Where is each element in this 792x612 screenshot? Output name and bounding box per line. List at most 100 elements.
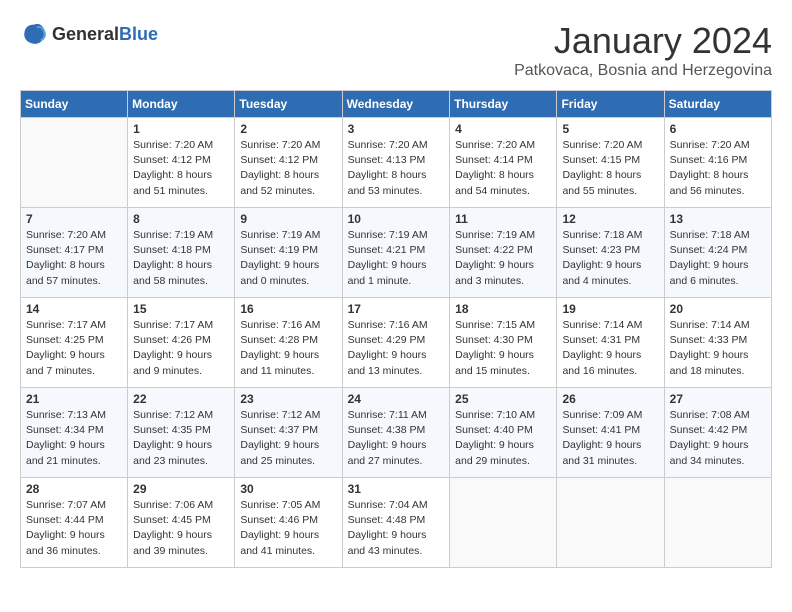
day-number: 19 xyxy=(562,302,658,316)
day-info: Sunrise: 7:15 AMSunset: 4:30 PMDaylight:… xyxy=(455,318,551,379)
header-tuesday: Tuesday xyxy=(235,91,342,118)
table-row: 10 Sunrise: 7:19 AMSunset: 4:21 PMDaylig… xyxy=(342,208,450,298)
day-info: Sunrise: 7:16 AMSunset: 4:29 PMDaylight:… xyxy=(348,318,445,379)
day-number: 17 xyxy=(348,302,445,316)
logo-text: GeneralBlue xyxy=(52,24,158,45)
day-info: Sunrise: 7:10 AMSunset: 4:40 PMDaylight:… xyxy=(455,408,551,469)
day-info: Sunrise: 7:07 AMSunset: 4:44 PMDaylight:… xyxy=(26,498,122,559)
table-row: 14 Sunrise: 7:17 AMSunset: 4:25 PMDaylig… xyxy=(21,298,128,388)
table-row: 19 Sunrise: 7:14 AMSunset: 4:31 PMDaylig… xyxy=(557,298,664,388)
table-row: 27 Sunrise: 7:08 AMSunset: 4:42 PMDaylig… xyxy=(664,388,771,478)
day-number: 31 xyxy=(348,482,445,496)
title-month: January 2024 xyxy=(514,20,772,62)
title-location: Patkovaca, Bosnia and Herzegovina xyxy=(514,62,772,80)
header-wednesday: Wednesday xyxy=(342,91,450,118)
table-row: 15 Sunrise: 7:17 AMSunset: 4:26 PMDaylig… xyxy=(128,298,235,388)
day-number: 4 xyxy=(455,122,551,136)
day-info: Sunrise: 7:17 AMSunset: 4:26 PMDaylight:… xyxy=(133,318,229,379)
table-row: 9 Sunrise: 7:19 AMSunset: 4:19 PMDayligh… xyxy=(235,208,342,298)
table-row xyxy=(664,478,771,568)
table-row: 5 Sunrise: 7:20 AMSunset: 4:15 PMDayligh… xyxy=(557,118,664,208)
day-info: Sunrise: 7:20 AMSunset: 4:14 PMDaylight:… xyxy=(455,138,551,199)
day-number: 14 xyxy=(26,302,122,316)
header-thursday: Thursday xyxy=(450,91,557,118)
day-info: Sunrise: 7:20 AMSunset: 4:12 PMDaylight:… xyxy=(133,138,229,199)
day-info: Sunrise: 7:20 AMSunset: 4:12 PMDaylight:… xyxy=(240,138,336,199)
table-row: 20 Sunrise: 7:14 AMSunset: 4:33 PMDaylig… xyxy=(664,298,771,388)
calendar-week-row: 28 Sunrise: 7:07 AMSunset: 4:44 PMDaylig… xyxy=(21,478,772,568)
table-row: 13 Sunrise: 7:18 AMSunset: 4:24 PMDaylig… xyxy=(664,208,771,298)
table-row: 1 Sunrise: 7:20 AMSunset: 4:12 PMDayligh… xyxy=(128,118,235,208)
table-row xyxy=(557,478,664,568)
table-row: 23 Sunrise: 7:12 AMSunset: 4:37 PMDaylig… xyxy=(235,388,342,478)
calendar-week-row: 14 Sunrise: 7:17 AMSunset: 4:25 PMDaylig… xyxy=(21,298,772,388)
calendar-week-row: 7 Sunrise: 7:20 AMSunset: 4:17 PMDayligh… xyxy=(21,208,772,298)
day-info: Sunrise: 7:14 AMSunset: 4:31 PMDaylight:… xyxy=(562,318,658,379)
day-number: 30 xyxy=(240,482,336,496)
table-row xyxy=(21,118,128,208)
logo-icon xyxy=(20,20,48,48)
day-info: Sunrise: 7:18 AMSunset: 4:24 PMDaylight:… xyxy=(670,228,766,289)
day-number: 21 xyxy=(26,392,122,406)
table-row: 30 Sunrise: 7:05 AMSunset: 4:46 PMDaylig… xyxy=(235,478,342,568)
table-row: 18 Sunrise: 7:15 AMSunset: 4:30 PMDaylig… xyxy=(450,298,557,388)
header-sunday: Sunday xyxy=(21,91,128,118)
day-info: Sunrise: 7:12 AMSunset: 4:35 PMDaylight:… xyxy=(133,408,229,469)
day-info: Sunrise: 7:16 AMSunset: 4:28 PMDaylight:… xyxy=(240,318,336,379)
day-info: Sunrise: 7:17 AMSunset: 4:25 PMDaylight:… xyxy=(26,318,122,379)
day-number: 26 xyxy=(562,392,658,406)
day-number: 25 xyxy=(455,392,551,406)
calendar-week-row: 21 Sunrise: 7:13 AMSunset: 4:34 PMDaylig… xyxy=(21,388,772,478)
day-number: 28 xyxy=(26,482,122,496)
table-row: 29 Sunrise: 7:06 AMSunset: 4:45 PMDaylig… xyxy=(128,478,235,568)
day-info: Sunrise: 7:19 AMSunset: 4:18 PMDaylight:… xyxy=(133,228,229,289)
day-number: 11 xyxy=(455,212,551,226)
day-number: 20 xyxy=(670,302,766,316)
header-monday: Monday xyxy=(128,91,235,118)
day-info: Sunrise: 7:12 AMSunset: 4:37 PMDaylight:… xyxy=(240,408,336,469)
day-number: 5 xyxy=(562,122,658,136)
day-number: 29 xyxy=(133,482,229,496)
table-row: 17 Sunrise: 7:16 AMSunset: 4:29 PMDaylig… xyxy=(342,298,450,388)
day-info: Sunrise: 7:20 AMSunset: 4:13 PMDaylight:… xyxy=(348,138,445,199)
day-number: 15 xyxy=(133,302,229,316)
day-info: Sunrise: 7:09 AMSunset: 4:41 PMDaylight:… xyxy=(562,408,658,469)
day-info: Sunrise: 7:13 AMSunset: 4:34 PMDaylight:… xyxy=(26,408,122,469)
table-row: 8 Sunrise: 7:19 AMSunset: 4:18 PMDayligh… xyxy=(128,208,235,298)
day-info: Sunrise: 7:05 AMSunset: 4:46 PMDaylight:… xyxy=(240,498,336,559)
logo: GeneralBlue xyxy=(20,20,158,48)
day-info: Sunrise: 7:06 AMSunset: 4:45 PMDaylight:… xyxy=(133,498,229,559)
table-row: 28 Sunrise: 7:07 AMSunset: 4:44 PMDaylig… xyxy=(21,478,128,568)
table-row: 4 Sunrise: 7:20 AMSunset: 4:14 PMDayligh… xyxy=(450,118,557,208)
table-row xyxy=(450,478,557,568)
table-row: 22 Sunrise: 7:12 AMSunset: 4:35 PMDaylig… xyxy=(128,388,235,478)
day-info: Sunrise: 7:08 AMSunset: 4:42 PMDaylight:… xyxy=(670,408,766,469)
page-header: GeneralBlue January 2024 Patkovaca, Bosn… xyxy=(20,20,772,80)
table-row: 31 Sunrise: 7:04 AMSunset: 4:48 PMDaylig… xyxy=(342,478,450,568)
day-info: Sunrise: 7:04 AMSunset: 4:48 PMDaylight:… xyxy=(348,498,445,559)
day-number: 1 xyxy=(133,122,229,136)
header-friday: Friday xyxy=(557,91,664,118)
day-number: 23 xyxy=(240,392,336,406)
table-row: 6 Sunrise: 7:20 AMSunset: 4:16 PMDayligh… xyxy=(664,118,771,208)
title-section: January 2024 Patkovaca, Bosnia and Herze… xyxy=(514,20,772,80)
day-info: Sunrise: 7:18 AMSunset: 4:23 PMDaylight:… xyxy=(562,228,658,289)
table-row: 3 Sunrise: 7:20 AMSunset: 4:13 PMDayligh… xyxy=(342,118,450,208)
day-number: 6 xyxy=(670,122,766,136)
day-number: 3 xyxy=(348,122,445,136)
table-row: 21 Sunrise: 7:13 AMSunset: 4:34 PMDaylig… xyxy=(21,388,128,478)
table-row: 2 Sunrise: 7:20 AMSunset: 4:12 PMDayligh… xyxy=(235,118,342,208)
calendar-week-row: 1 Sunrise: 7:20 AMSunset: 4:12 PMDayligh… xyxy=(21,118,772,208)
calendar-header-row: Sunday Monday Tuesday Wednesday Thursday… xyxy=(21,91,772,118)
day-info: Sunrise: 7:19 AMSunset: 4:19 PMDaylight:… xyxy=(240,228,336,289)
day-number: 8 xyxy=(133,212,229,226)
day-number: 22 xyxy=(133,392,229,406)
day-info: Sunrise: 7:20 AMSunset: 4:16 PMDaylight:… xyxy=(670,138,766,199)
table-row: 12 Sunrise: 7:18 AMSunset: 4:23 PMDaylig… xyxy=(557,208,664,298)
day-info: Sunrise: 7:11 AMSunset: 4:38 PMDaylight:… xyxy=(348,408,445,469)
day-number: 24 xyxy=(348,392,445,406)
day-number: 10 xyxy=(348,212,445,226)
day-info: Sunrise: 7:20 AMSunset: 4:15 PMDaylight:… xyxy=(562,138,658,199)
day-number: 7 xyxy=(26,212,122,226)
table-row: 24 Sunrise: 7:11 AMSunset: 4:38 PMDaylig… xyxy=(342,388,450,478)
